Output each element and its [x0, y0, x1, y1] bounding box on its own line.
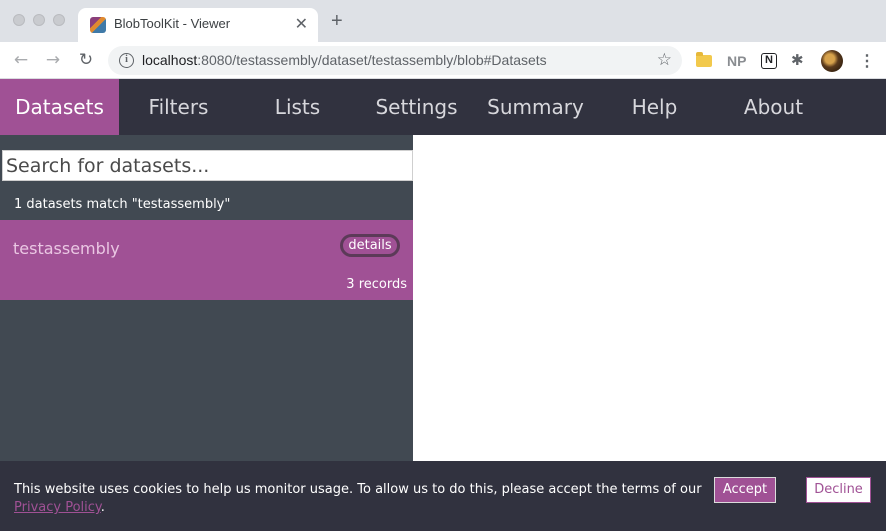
bookmark-star-icon[interactable]: ☆	[657, 50, 672, 70]
reload-icon[interactable]: ↻	[75, 49, 97, 71]
privacy-policy-link[interactable]: Privacy Policy	[14, 500, 101, 515]
address-bar[interactable]: i localhost:8080/testassembly/dataset/te…	[108, 46, 682, 75]
datasets-sidebar: 1 datasets match "testassembly" testasse…	[0, 135, 413, 461]
close-window-button[interactable]	[13, 14, 25, 26]
cookie-banner: This website uses cookies to help us mon…	[0, 461, 886, 531]
tab-lists[interactable]: Lists	[238, 79, 357, 135]
cookie-message: This website uses cookies to help us mon…	[14, 481, 704, 517]
tab-help[interactable]: Help	[595, 79, 714, 135]
new-tab-button[interactable]: +	[331, 11, 343, 31]
notion-extension-icon[interactable]: N	[761, 53, 777, 69]
tab-about[interactable]: About	[714, 79, 833, 135]
favicon-icon	[90, 17, 106, 33]
browser-toolbar: ← → ↻ i localhost:8080/testassembly/data…	[0, 42, 886, 79]
close-tab-icon[interactable]: ✕	[295, 14, 308, 34]
forward-arrow-icon[interactable]: →	[42, 49, 64, 71]
tab-filters[interactable]: Filters	[119, 79, 238, 135]
maximize-window-button[interactable]	[53, 14, 65, 26]
tab-summary[interactable]: Summary	[476, 79, 595, 135]
details-button[interactable]: details	[340, 234, 400, 257]
url-text[interactable]: localhost:8080/testassembly/dataset/test…	[142, 52, 547, 68]
back-arrow-icon[interactable]: ←	[10, 49, 32, 71]
tab-settings[interactable]: Settings	[357, 79, 476, 135]
browser-tab[interactable]: BlobToolKit - Viewer ✕	[78, 8, 318, 42]
decline-button[interactable]: Decline	[806, 477, 871, 503]
cookie-link-suffix: .	[100, 500, 105, 515]
url-host: localhost	[142, 52, 198, 68]
tab-title: BlobToolKit - Viewer	[114, 16, 231, 31]
minimize-window-button[interactable]	[33, 14, 45, 26]
tab-datasets[interactable]: Datasets	[0, 79, 119, 135]
dataset-list-item[interactable]: testassembly details 3 records	[0, 220, 413, 300]
extensions-puzzle-icon[interactable]: ✱	[791, 51, 804, 69]
url-path: :8080/testassembly/dataset/testassembly/…	[197, 52, 547, 68]
match-count-text: 1 datasets match "testassembly"	[14, 197, 231, 212]
cookie-text: This website uses cookies to help us mon…	[14, 482, 702, 497]
accept-button[interactable]: Accept	[714, 477, 776, 503]
browser-tab-strip: BlobToolKit - Viewer ✕ +	[0, 0, 886, 42]
profile-avatar[interactable]	[821, 50, 843, 72]
dataset-name[interactable]: testassembly	[13, 239, 120, 258]
browser-menu-icon[interactable]: ⋮	[859, 51, 875, 70]
info-icon[interactable]: i	[119, 53, 134, 68]
record-count: 3 records	[346, 277, 407, 292]
app-nav-bar: Datasets Filters Lists Settings Summary …	[0, 79, 886, 135]
folder-extension-icon[interactable]	[696, 52, 712, 67]
dataset-search-input[interactable]	[2, 150, 413, 181]
np-extension-icon[interactable]: NP	[727, 53, 746, 71]
